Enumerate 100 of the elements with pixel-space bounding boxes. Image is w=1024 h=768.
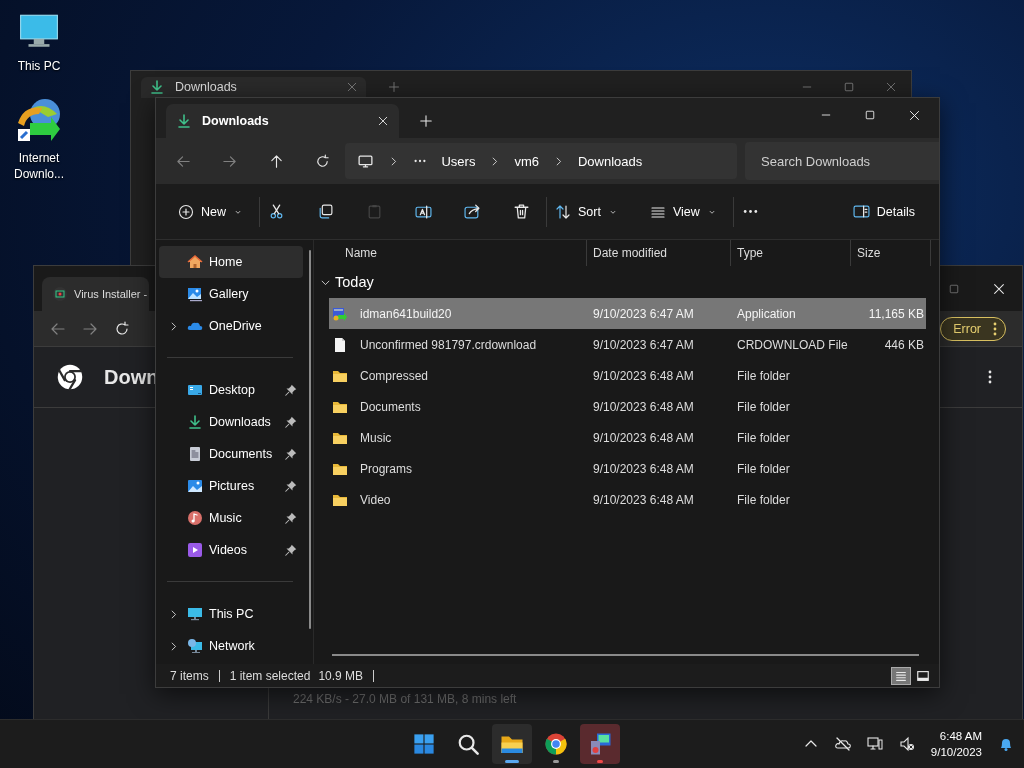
table-cell-text: 9/10/2023 6:48 AM [592,399,695,414]
sort-button[interactable]: Sort [555,203,618,220]
table-cell-text: File folder [736,399,791,414]
file-name: Compressed [359,368,429,383]
plus-icon[interactable] [388,81,400,93]
refresh-icon[interactable] [315,153,331,169]
desktop-icon-label[interactable]: Internet Downlo... [7,150,71,182]
column-header[interactable]: Date modified [587,240,731,266]
file-row[interactable]: Documents 9/10/2023 6:48 AM File folder [329,391,926,422]
table-cell-text: 9/10/2023 6:47 AM [592,337,695,352]
network-icon [187,638,203,654]
download-status: 224 KB/s - 27.0 MB of 131 MB, 8 mins left [293,692,518,706]
file-row[interactable]: Music 9/10/2023 6:48 AM File folder [329,422,926,453]
search-field[interactable]: Search Downloads [745,142,939,180]
file-name: Video [359,492,391,507]
column-header[interactable]: Name [314,240,587,266]
start-icon[interactable] [413,733,435,755]
panel-icon [852,203,870,220]
volume-muted-icon[interactable] [898,736,915,752]
taskbar-button[interactable] [492,724,532,764]
file-row[interactable]: Compressed 9/10/2023 6:48 AM File folder [329,360,926,391]
column-header[interactable]: Type [731,240,851,266]
clock-time[interactable]: 6:48 AM [939,728,982,744]
house-icon [187,254,203,270]
close-icon[interactable] [992,281,1006,296]
sidebar-item[interactable]: This PC [159,598,303,630]
file-name: Music [359,430,392,445]
file-row[interactable]: Unconfirmed 981797.crdownload 9/10/2023 6:47 AM CRDOWNLOAD File 446 KB [329,329,926,360]
file-name: Programs [359,461,412,476]
pin-icon [285,448,297,460]
network-icon[interactable] [866,736,883,752]
pin-icon [285,384,297,396]
table-cell-text: CRDOWNLOAD File [736,337,849,352]
sidebar-item[interactable]: Music [159,502,303,534]
share-icon[interactable] [464,203,481,220]
breadcrumb-item[interactable]: vm6 [514,153,539,169]
file-name: idman641build20 [359,306,452,321]
column-header[interactable]: Size [851,240,931,266]
desktop-icon [187,382,203,398]
file-row[interactable]: Video 9/10/2023 6:48 AM File folder [329,484,926,515]
table-cell-text: 9/10/2023 6:48 AM [592,368,695,383]
download-icon [176,113,192,129]
breadcrumb-item[interactable]: Downloads [577,153,643,169]
table-cell-text: File folder [736,368,791,383]
file-row[interactable]: Programs 9/10/2023 6:48 AM File folder [329,453,926,484]
bell-icon[interactable] [998,736,1014,752]
view-button[interactable]: View [649,203,717,220]
taskbar-button[interactable] [580,724,620,764]
globe-arrow-icon[interactable] [15,96,63,144]
sidebar-item[interactable]: Desktop [159,374,303,406]
sort-icon [555,203,571,220]
sidebar-item[interactable]: Documents [159,438,303,470]
plus-icon[interactable] [419,114,433,128]
table-cell-text: File folder [736,430,791,445]
cloud-off-icon[interactable] [834,736,851,752]
new-button[interactable]: New [178,203,243,220]
pin-icon [285,544,297,556]
trash-icon[interactable] [513,203,530,220]
table-cell-text: File folder [736,461,791,476]
table-cell-text: Application [736,306,797,321]
sidebar-item[interactable]: OneDrive [159,310,303,342]
copy-icon[interactable] [317,203,334,220]
tab[interactable]: Virus Installer - [42,276,150,311]
sidebar-item[interactable]: Gallery [159,278,303,310]
table-cell-text: 11,165 KB [867,306,925,321]
music-note-icon [187,510,203,526]
tab[interactable]: Downloads [166,104,399,138]
sidebar-item[interactable]: Videos [159,534,303,566]
file-name: Documents [359,399,421,414]
search-icon[interactable] [457,733,479,755]
up-arrow-icon[interactable] [268,153,284,169]
breadcrumb-item[interactable]: Users [441,153,476,169]
scrollbar[interactable] [309,250,311,629]
details-view-button[interactable] [891,666,911,685]
installer-icon [588,732,612,756]
tab[interactable]: Downloads [141,76,366,98]
rename-icon[interactable] [415,203,432,220]
group-header[interactable]: Today [314,266,939,298]
status-text: 1 item selected [229,668,311,683]
clock-date[interactable]: 9/10/2023 [930,744,982,760]
close-icon[interactable] [908,108,921,122]
application-icon [332,305,348,322]
desktop-icon-label[interactable]: This PC [7,58,71,74]
close-icon[interactable] [377,115,389,127]
scissors-icon[interactable] [268,203,285,220]
more-icon [993,321,997,336]
document-icon [187,446,203,462]
file-row[interactable]: idman641build20 9/10/2023 6:47 AM Application 11,165 KB [329,298,926,329]
scrollbar[interactable] [332,654,919,656]
pin-icon [285,416,297,428]
sidebar-item[interactable]: Downloads [159,406,303,438]
sidebar-item[interactable]: Network [159,630,303,662]
error-button[interactable]: Error [940,316,1006,341]
details-button[interactable]: Details [852,203,915,220]
sidebar-item[interactable]: Home [159,246,303,278]
sidebar-item[interactable]: Pictures [159,470,303,502]
table-cell-text: 9/10/2023 6:48 AM [592,492,695,507]
maximize-icon[interactable] [864,109,876,121]
refresh-icon[interactable] [114,320,130,337]
download-icon [187,414,203,430]
